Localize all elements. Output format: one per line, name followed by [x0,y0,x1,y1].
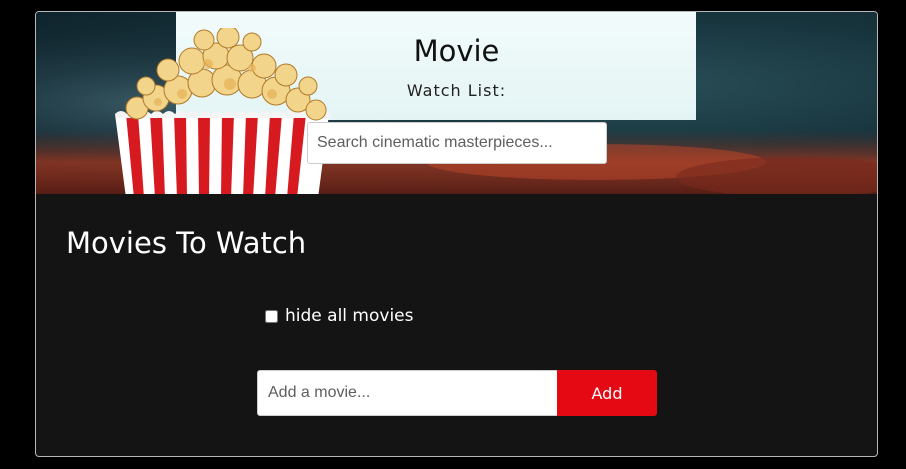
hide-movies-label[interactable]: hide all movies [285,306,413,326]
search-input[interactable] [307,122,607,164]
movie-watchlist-app: Movie Watch List: Movies To Watch hide a… [35,11,878,457]
add-movie-input[interactable] [257,370,558,416]
hero-title: Movie [413,34,500,68]
hide-movies-checkbox[interactable] [265,309,278,323]
add-movie-button[interactable]: Add [557,370,657,416]
hero-banner: Movie Watch List: [36,12,877,194]
section-heading: Movies To Watch [66,226,307,260]
hero-subtitle: Watch List: [406,81,507,100]
hide-movies-toggle[interactable]: hide all movies [265,304,413,328]
